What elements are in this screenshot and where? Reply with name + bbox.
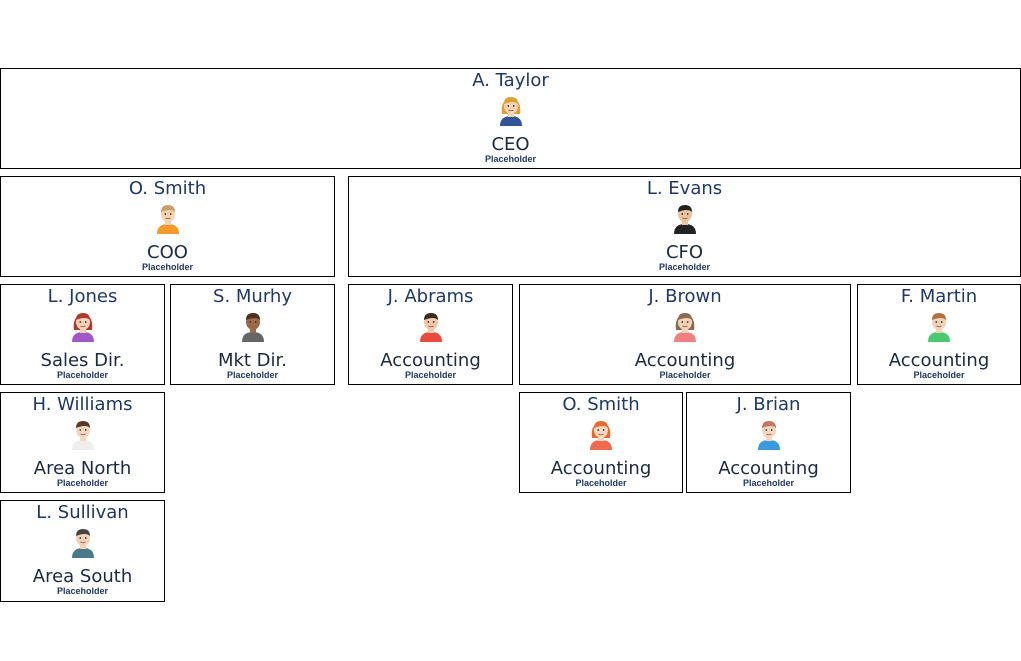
org-card[interactable]: L. Sullivan Area South Placeholder [0,500,165,602]
person-name: J. Brian [736,394,801,415]
placeholder-text: Placeholder [56,586,109,596]
org-card[interactable]: L. Jones Sales Dir. Placeholder [0,284,165,385]
job-title: Mkt Dir. [217,350,288,371]
person-name: O. Smith [128,178,207,199]
org-card[interactable]: O. Smith COO Placeholder [0,176,335,277]
person-name: A. Taylor [472,70,549,91]
job-title: Accounting [634,350,736,371]
woman-avatar-icon [71,313,94,342]
job-title: CEO [491,134,530,155]
placeholder-text: Placeholder [659,370,711,380]
job-title: CFO [665,242,704,263]
woman-avatar-icon [499,97,522,126]
person-name: H. Williams [32,394,133,415]
org-card[interactable]: S. Murhy Mkt Dir. Placeholder [170,284,335,385]
person-name: L. Jones [47,286,118,307]
placeholder-text: Placeholder [56,370,109,380]
person-name: L. Evans [646,178,723,199]
man-avatar-icon [757,421,780,450]
man-avatar-icon [71,529,94,558]
job-title: Accounting [888,350,990,371]
person-name: O. Smith [562,394,640,415]
man-avatar-icon [156,205,179,234]
placeholder-text: Placeholder [484,154,537,164]
person-name: L. Sullivan [36,502,129,523]
man-avatar-icon [241,313,264,342]
org-card[interactable]: L. Evans CFO Placeholder [348,176,1021,277]
woman-avatar-icon [590,421,612,450]
org-card[interactable]: J. Abrams Accounting Placeholder [348,284,513,385]
woman-avatar-icon [674,313,696,342]
placeholder-text: Placeholder [742,478,795,488]
placeholder-text: Placeholder [141,262,194,272]
org-card[interactable]: J. Brian Accounting Placeholder [686,392,851,493]
job-title: Accounting [380,350,481,371]
job-title: Area North [33,458,132,479]
placeholder-text: Placeholder [658,262,711,272]
job-title: COO [147,242,188,263]
man-avatar-icon [673,205,696,234]
person-name: J. Brown [648,286,722,307]
person-name: S. Murhy [213,286,292,307]
org-card[interactable]: J. Brown Accounting Placeholder [519,284,851,385]
man-avatar-icon [928,313,950,342]
placeholder-text: Placeholder [575,478,627,488]
placeholder-text: Placeholder [404,370,457,380]
org-card[interactable]: H. Williams Area North Placeholder [0,392,165,493]
job-title: Accounting [718,458,819,479]
placeholder-text: Placeholder [226,370,279,380]
org-card[interactable]: O. Smith Accounting Placeholder [519,392,683,493]
placeholder-text: Placeholder [913,370,965,380]
org-card[interactable]: A. Taylor CEO Placeholder [0,68,1021,169]
placeholder-text: Placeholder [56,478,109,488]
person-name: J. Abrams [387,286,474,307]
man-avatar-icon [419,313,442,342]
job-title: Sales Dir. [40,350,125,371]
man-avatar-icon [71,421,94,450]
org-card[interactable]: F. Martin Accounting Placeholder [857,284,1021,385]
job-title: Accounting [550,458,652,479]
person-name: F. Martin [900,286,978,307]
job-title: Area South [32,566,133,587]
